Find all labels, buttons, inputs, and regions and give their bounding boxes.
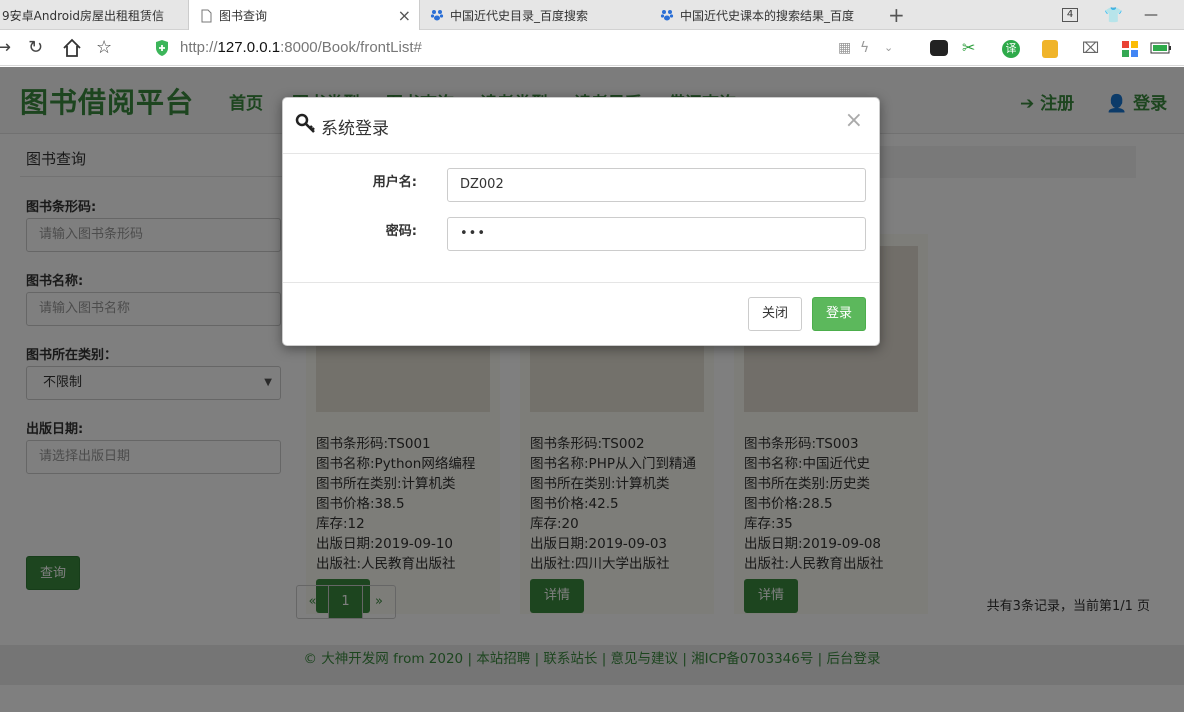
password-label: 密码:: [385, 224, 417, 239]
refresh-icon[interactable]: ↻: [28, 38, 43, 58]
new-tab-button[interactable]: +: [888, 0, 908, 30]
lightning-icon[interactable]: ϟ: [860, 38, 869, 58]
tab-title: 9安卓Android房屋出租租赁信: [2, 8, 165, 23]
star-icon[interactable]: ☆: [96, 38, 112, 58]
browser-tab-bar: 9安卓Android房屋出租租赁信 图书查询 × 中国近代史目录_百度搜索 中国…: [0, 0, 1184, 31]
tab-book-query[interactable]: 图书查询 ×: [188, 0, 420, 31]
scissors-icon[interactable]: ✂: [962, 38, 975, 58]
extension-icon[interactable]: [930, 40, 948, 56]
chevron-down-icon[interactable]: ⌄: [884, 38, 893, 58]
close-icon[interactable]: ×: [845, 110, 863, 132]
username-input[interactable]: DZ002: [447, 168, 866, 202]
shield-icon: [156, 40, 168, 56]
coupon-icon[interactable]: [1042, 40, 1058, 58]
password-input[interactable]: •••: [447, 217, 866, 251]
tab-title: 中国近代史目录_百度搜索: [450, 8, 589, 23]
browser-toolbar: → ↻ ☆ http://127.0.0.1:8000/Book/frontLi…: [0, 30, 1184, 66]
username-label: 用户名:: [372, 175, 417, 190]
tab-count-badge[interactable]: 4: [1062, 0, 1080, 30]
login-button[interactable]: 登录: [812, 297, 866, 331]
qr-code-icon[interactable]: ▦: [838, 38, 851, 58]
translate-icon[interactable]: 译: [1002, 40, 1020, 58]
modal-title: 系统登录: [321, 119, 389, 139]
tab-rental[interactable]: 9安卓Android房屋出租租赁信: [0, 0, 186, 30]
tab-baidu-1[interactable]: 中国近代史目录_百度搜索: [422, 0, 650, 30]
login-modal: 系统登录 × 用户名: DZ002 密码: ••• 关闭 登录: [282, 97, 880, 346]
url-field[interactable]: http://127.0.0.1:8000/Book/frontList#: [180, 39, 422, 56]
key-icon: [295, 113, 315, 133]
battery-icon: [1150, 42, 1171, 54]
minimize-icon[interactable]: —: [1144, 0, 1158, 30]
baidu-paw-icon: [660, 10, 674, 21]
tab-title: 图书查询: [219, 9, 268, 23]
apps-grid-icon[interactable]: [1122, 41, 1138, 57]
modal-footer-divider: [283, 282, 879, 283]
modal-header: 系统登录 ×: [283, 98, 879, 154]
baidu-paw-icon: [430, 10, 444, 21]
screenshot-icon[interactable]: ⌧: [1082, 38, 1099, 58]
tab-title: 中国近代史课本的搜索结果_百度: [680, 8, 855, 23]
tab-close-icon[interactable]: ×: [398, 6, 411, 25]
skin-shirt-icon[interactable]: 👕: [1104, 0, 1124, 30]
back-arrow-icon[interactable]: →: [0, 38, 11, 58]
home-icon[interactable]: [62, 38, 82, 58]
page-icon: [201, 9, 212, 22]
tab-baidu-2[interactable]: 中国近代史课本的搜索结果_百度: [652, 0, 880, 30]
close-button[interactable]: 关闭: [748, 297, 802, 331]
